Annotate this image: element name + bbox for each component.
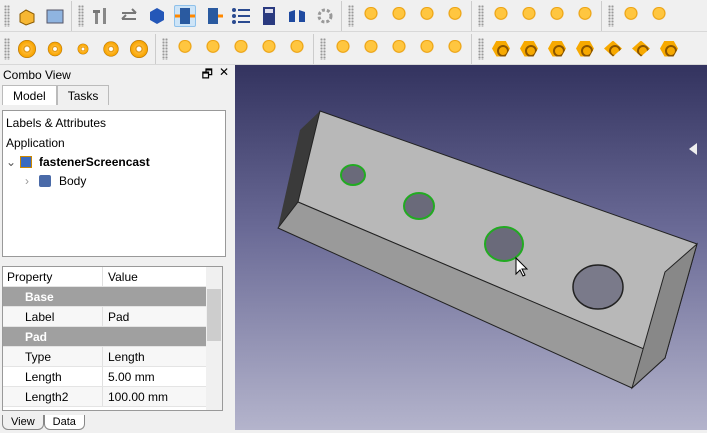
- phillips-screw-icon[interactable]: [332, 38, 354, 60]
- bom-icon[interactable]: [174, 4, 196, 27]
- fasteners-icon[interactable]: [90, 5, 112, 27]
- property-value[interactable]: 5.00 mm: [103, 370, 222, 384]
- tab-view[interactable]: View: [2, 415, 44, 430]
- phillips-screw-icon[interactable]: [444, 38, 466, 60]
- button-head-bolt-icon[interactable]: [416, 5, 438, 27]
- hex-nut-icon[interactable]: [490, 38, 512, 60]
- bom-alt-icon[interactable]: [202, 5, 224, 27]
- washer-icon[interactable]: [16, 38, 38, 60]
- header-value: Value: [108, 269, 138, 284]
- property-name: Type: [3, 347, 103, 366]
- tree-item-document[interactable]: ⌄ fastenerScreencast: [3, 152, 225, 171]
- panel-title: Combo View: [3, 68, 71, 82]
- open-folder-icon[interactable]: [44, 5, 66, 27]
- hex-nut-icon[interactable]: [546, 38, 568, 60]
- property-name: Length: [3, 367, 103, 386]
- slotted-screw-icon[interactable]: [518, 5, 540, 27]
- property-table: Property Value Base Label Pad Pad Type Leng…: [2, 266, 223, 411]
- washer-icon[interactable]: [72, 38, 94, 60]
- hole-highlighted[interactable]: [403, 192, 435, 220]
- slotted-screw-icon[interactable]: [574, 5, 596, 27]
- table-row[interactable]: Length 5.00 mm: [3, 367, 222, 387]
- hole-highlighted[interactable]: [484, 226, 524, 262]
- property-name: Length2: [3, 387, 103, 406]
- tree-item-body[interactable]: › Body: [3, 171, 225, 190]
- document-icon: [20, 155, 32, 168]
- model-render: [277, 110, 698, 390]
- property-name: Label: [3, 307, 103, 326]
- phillips-screw-icon[interactable]: [388, 38, 410, 60]
- group-label: Pad: [25, 329, 48, 344]
- torx-screw-icon[interactable]: [286, 38, 308, 60]
- part-design-icon[interactable]: [16, 5, 38, 27]
- slotted-screw-icon[interactable]: [490, 5, 512, 27]
- body-icon: [39, 174, 51, 187]
- tree-root: Application: [6, 135, 65, 150]
- square-nut-icon[interactable]: [630, 38, 652, 60]
- socket-screw-icon[interactable]: [258, 38, 280, 60]
- pan-head-bolt-icon[interactable]: [444, 5, 466, 27]
- hex-nut-icon[interactable]: [574, 38, 596, 60]
- socket-screw-icon[interactable]: [202, 38, 224, 60]
- calculator-icon[interactable]: [258, 5, 280, 27]
- washer-icon[interactable]: [100, 38, 122, 60]
- float-button[interactable]: 🗗: [202, 65, 213, 86]
- hole[interactable]: [572, 264, 624, 310]
- table-row[interactable]: Length2 100.00 mm: [3, 387, 222, 407]
- hex-bolt-icon[interactable]: [620, 5, 642, 27]
- gear-icon[interactable]: [314, 5, 336, 27]
- property-value[interactable]: 100.00 mm: [103, 390, 222, 404]
- table-row[interactable]: Label Pad: [3, 307, 222, 327]
- socket-head-bolt-icon[interactable]: [360, 5, 382, 27]
- torx-screw-icon[interactable]: [230, 38, 252, 60]
- hole-highlighted[interactable]: [340, 164, 366, 186]
- hex-bolt-icon[interactable]: [648, 5, 670, 27]
- scrollbar[interactable]: [206, 267, 222, 410]
- hex-nut-icon[interactable]: [518, 38, 540, 60]
- scrollbar-thumb[interactable]: [207, 289, 221, 341]
- tree-header: Labels & Attributes: [6, 116, 107, 130]
- swap-icon[interactable]: [118, 5, 140, 27]
- 3d-viewport[interactable]: [235, 65, 707, 430]
- document-label: fastenerScreencast: [39, 154, 150, 169]
- tab-tasks[interactable]: Tasks: [56, 85, 110, 105]
- square-nut-icon[interactable]: [658, 38, 680, 60]
- list-icon[interactable]: [230, 5, 252, 27]
- slotted-screw-icon[interactable]: [546, 5, 568, 27]
- collapse-arrow-icon[interactable]: [689, 143, 697, 155]
- phillips-screw-icon[interactable]: [360, 38, 382, 60]
- washer-icon[interactable]: [128, 38, 150, 60]
- group-row[interactable]: Pad: [3, 327, 222, 347]
- property-value[interactable]: Length: [103, 350, 222, 364]
- body-label: Body: [59, 173, 87, 188]
- model-tree: Labels & Attributes Application ⌄ fasten…: [2, 110, 226, 257]
- shape-icon[interactable]: [286, 5, 308, 27]
- toolbar-grip[interactable]: [4, 4, 10, 27]
- header-property: Property: [3, 267, 103, 286]
- table-header: Property Value: [3, 267, 222, 287]
- group-row[interactable]: Base: [3, 287, 222, 307]
- phillips-screw-icon[interactable]: [416, 38, 438, 60]
- square-nut-icon[interactable]: [602, 38, 624, 60]
- chevron-right-icon[interactable]: ›: [25, 174, 39, 188]
- combo-view-panel: Combo View 🗗 ✕ Model Tasks Labels & Attri…: [0, 65, 235, 430]
- socket-screw-icon[interactable]: [174, 38, 196, 60]
- cube-icon[interactable]: [146, 5, 168, 27]
- washer-icon[interactable]: [44, 38, 66, 60]
- toolbar-row-2: [0, 33, 707, 65]
- tab-data[interactable]: Data: [43, 415, 85, 430]
- table-row[interactable]: Type Length: [3, 347, 222, 367]
- close-button[interactable]: ✕: [219, 65, 229, 86]
- button-head-bolt-icon[interactable]: [388, 5, 410, 27]
- group-label: Base: [25, 289, 54, 304]
- toolbar-row-1: [0, 0, 707, 32]
- chevron-down-icon[interactable]: ⌄: [6, 155, 20, 169]
- tab-model[interactable]: Model: [2, 85, 57, 105]
- property-value[interactable]: Pad: [103, 310, 222, 324]
